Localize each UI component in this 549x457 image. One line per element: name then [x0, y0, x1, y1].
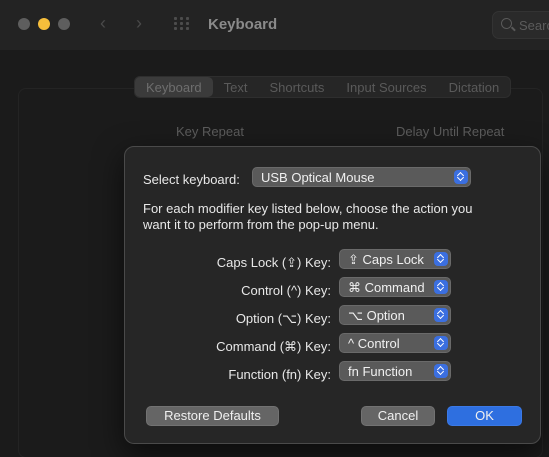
caps-lock-key-popup[interactable]: ⇪ Caps Lock — [339, 249, 451, 269]
function-key-label: Function (fn) Key: — [228, 367, 331, 382]
tab-dictation[interactable]: Dictation — [438, 77, 511, 97]
popup-chevron-icon — [434, 308, 448, 322]
modifier-keys-sheet: Select keyboard: USB Optical Mouse For e… — [124, 146, 541, 444]
tab-keyboard[interactable]: Keyboard — [135, 77, 213, 97]
restore-defaults-button[interactable]: Restore Defaults — [146, 406, 279, 426]
back-chevron-icon[interactable]: ‹ — [100, 13, 106, 34]
function-key-popup[interactable]: fn Function — [339, 361, 451, 381]
popup-chevron-icon — [434, 280, 448, 294]
control-key-popup[interactable]: ⌘ Command — [339, 277, 451, 297]
search-field[interactable]: Search — [492, 11, 549, 39]
option-key-popup[interactable]: ⌥ Option — [339, 305, 451, 325]
popup-chevron-icon — [434, 252, 448, 266]
window-title: Keyboard — [208, 16, 278, 33]
key-repeat-label: Key Repeat — [176, 124, 244, 139]
select-keyboard-label: Select keyboard: — [143, 172, 240, 187]
zoom-window-button[interactable] — [58, 18, 70, 30]
caps-lock-key-value: ⇪ Caps Lock — [348, 252, 424, 267]
search-placeholder: Search — [519, 18, 549, 33]
popup-chevron-icon — [434, 336, 448, 350]
popup-chevron-icon — [434, 364, 448, 378]
command-key-label: Command (⌘) Key: — [216, 339, 331, 354]
function-key-value: fn Function — [348, 364, 413, 379]
tab-shortcuts[interactable]: Shortcuts — [259, 77, 336, 97]
command-key-popup[interactable]: ^ Control — [339, 333, 451, 353]
forward-chevron-icon[interactable]: › — [136, 13, 142, 34]
option-key-value: ⌥ Option — [348, 308, 405, 323]
select-keyboard-popup[interactable]: USB Optical Mouse — [252, 167, 471, 187]
ok-button[interactable]: OK — [447, 406, 522, 426]
description-line-1: For each modifier key listed below, choo… — [143, 201, 473, 216]
search-icon — [501, 18, 512, 29]
title-bar: ‹ › Keyboard Search — [0, 0, 549, 50]
cancel-button[interactable]: Cancel — [361, 406, 435, 426]
description-line-2: want it to perform from the pop-up menu. — [143, 217, 379, 232]
option-key-label: Option (⌥) Key: — [235, 311, 331, 326]
tab-input-sources[interactable]: Input Sources — [335, 77, 437, 97]
popup-chevron-icon — [454, 170, 468, 184]
command-key-value: ^ Control — [348, 336, 400, 351]
show-all-grid-icon[interactable] — [174, 17, 192, 31]
control-key-value: ⌘ Command — [348, 280, 425, 295]
close-window-button[interactable] — [18, 18, 30, 30]
select-keyboard-value: USB Optical Mouse — [261, 170, 375, 185]
control-key-label: Control (^) Key: — [241, 283, 331, 298]
tab-bar: Keyboard Text Shortcuts Input Sources Di… — [134, 76, 512, 98]
tab-text[interactable]: Text — [213, 77, 259, 97]
caps-lock-key-label: Caps Lock (⇪) Key: — [216, 255, 331, 270]
minimize-window-button[interactable] — [38, 18, 50, 30]
delay-until-repeat-label: Delay Until Repeat — [396, 124, 505, 139]
